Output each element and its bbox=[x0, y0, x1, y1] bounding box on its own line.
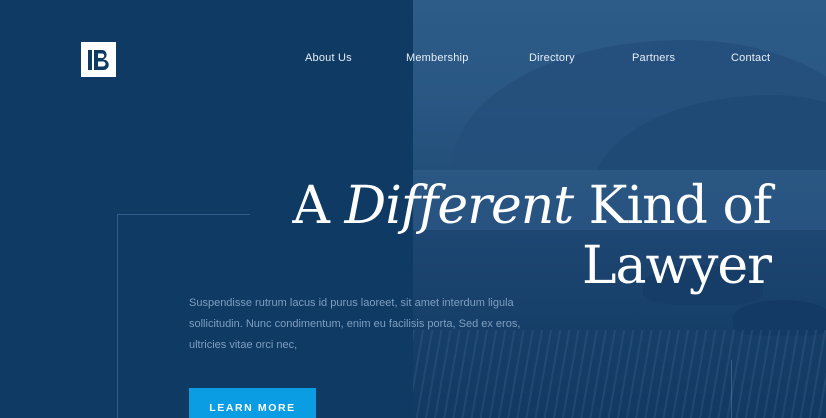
headline-line-two: Lawyer bbox=[581, 236, 772, 296]
nav-partners[interactable]: Partners bbox=[632, 52, 675, 64]
nav-contact[interactable]: Contact bbox=[731, 52, 770, 64]
nav-about-us[interactable]: About Us bbox=[305, 52, 352, 64]
learn-more-button[interactable]: LEARN MORE bbox=[189, 388, 316, 418]
hero-headline: A Different Kind of Lawyer bbox=[251, 176, 772, 296]
nav-directory[interactable]: Directory bbox=[529, 52, 575, 64]
headline-emphasis: Different bbox=[344, 176, 575, 236]
nav-membership[interactable]: Membership bbox=[406, 52, 469, 64]
decorative-frame-line bbox=[117, 214, 118, 418]
decorative-frame-line bbox=[731, 360, 732, 418]
decorative-frame-line bbox=[117, 214, 250, 215]
headline-text-start: A bbox=[292, 176, 345, 236]
main-navigation: About Us Membership Directory Partners C… bbox=[0, 52, 826, 68]
headline-text-end: Kind of bbox=[573, 176, 772, 236]
hero-page: About Us Membership Directory Partners C… bbox=[0, 0, 826, 418]
hero-description: Suspendisse rutrum lacus id purus laoree… bbox=[189, 297, 521, 351]
